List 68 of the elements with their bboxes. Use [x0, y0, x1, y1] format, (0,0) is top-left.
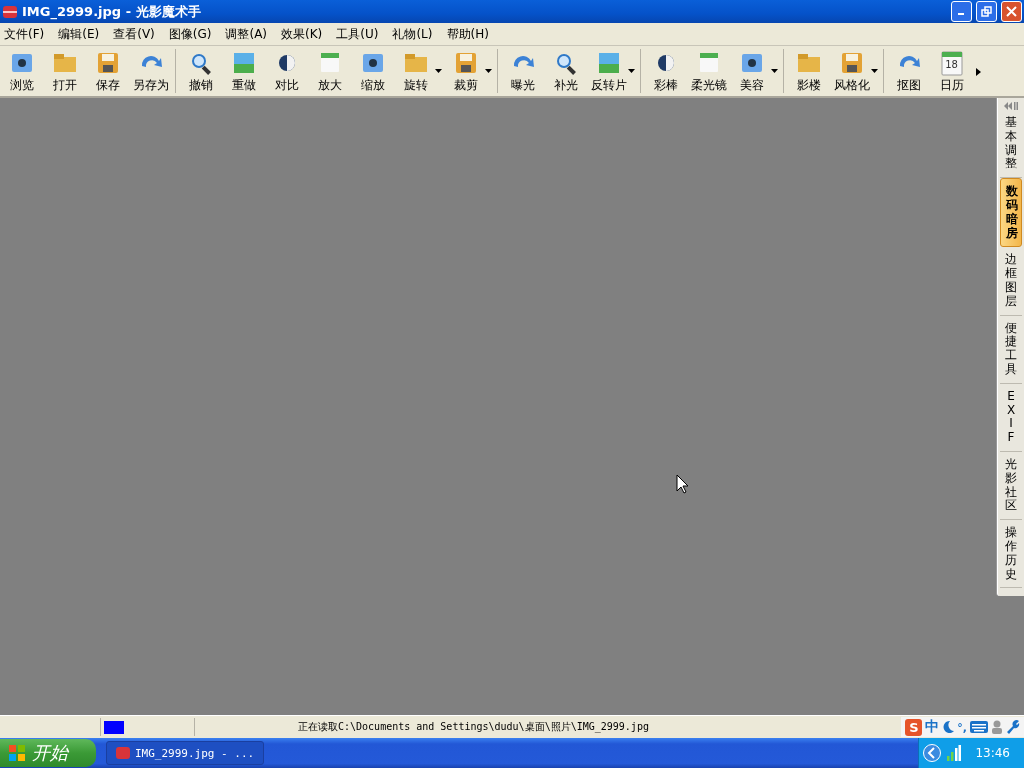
ime-mode[interactable]: 中 — [925, 718, 940, 736]
caret-icon[interactable] — [435, 69, 442, 73]
toolbar-button[interactable]: 美容 — [730, 46, 773, 96]
side-tab[interactable]: 便捷工具 — [1000, 315, 1022, 384]
signal-icon[interactable] — [947, 745, 962, 761]
menu-item[interactable]: 工具(U) — [336, 25, 379, 43]
close-icon — [1006, 6, 1017, 17]
toolbar-button[interactable]: 抠图 — [887, 46, 930, 96]
toolbar-button[interactable]: 彩棒 — [644, 46, 687, 96]
menu-item[interactable]: 查看(V) — [113, 25, 155, 43]
toolbar-button[interactable]: 裁剪 — [444, 46, 487, 96]
menu-item[interactable]: 礼物(L) — [392, 25, 433, 43]
expand-tray-icon[interactable] — [923, 744, 942, 762]
side-tab[interactable]: EXIF — [1000, 383, 1022, 452]
restore-button[interactable] — [976, 1, 997, 22]
toolbar-button[interactable]: 曝光 — [501, 46, 544, 96]
caret-icon[interactable] — [871, 69, 878, 73]
toolbar-button[interactable]: 缩放 — [351, 46, 394, 96]
status-message: 正在读取C:\Documents and Settings\dudu\桌面\照片\IMG_2999.jpg — [298, 720, 649, 734]
ime-punctuation[interactable]: °, — [957, 720, 967, 734]
menu-item[interactable]: 帮助(H) — [446, 25, 489, 43]
user-icon[interactable] — [991, 720, 1003, 734]
caret-icon[interactable] — [485, 69, 492, 73]
menu-item[interactable]: 文件(F) — [4, 25, 45, 43]
caret-icon[interactable] — [771, 69, 778, 73]
windows-logo-icon — [8, 744, 26, 762]
toolbar-button[interactable]: 打开 — [43, 46, 86, 96]
toolbar-button[interactable]: 保存 — [86, 46, 129, 96]
app-icon — [115, 746, 131, 760]
wrench-icon[interactable] — [1006, 720, 1020, 734]
clock: 13:46 — [975, 746, 1010, 760]
taskbar-button[interactable]: IMG_2999.jpg - ... — [106, 741, 264, 765]
menu-item[interactable]: 图像(G) — [168, 25, 212, 43]
side-tab[interactable]: 光影社区 — [1000, 451, 1022, 521]
triangle-right-icon — [975, 68, 981, 76]
toolbar-button[interactable]: 风格化 — [830, 46, 873, 96]
restore-icon — [981, 6, 992, 17]
toolbar-button[interactable]: 对比 — [265, 46, 308, 96]
calendar-date: 18 — [945, 60, 958, 70]
toolbar-button[interactable]: 放大 — [308, 46, 351, 96]
side-tab[interactable]: 操作历史 — [1000, 520, 1022, 589]
toolbar-button[interactable]: 旋转 — [394, 46, 437, 96]
toolbar-button[interactable]: 影楼 — [787, 46, 830, 96]
menu-item[interactable]: 调整(A) — [225, 25, 268, 43]
side-tab[interactable]: 数码暗房 — [1000, 178, 1022, 248]
toolbar-button[interactable]: 重做 — [222, 46, 265, 96]
mouse-cursor-icon — [676, 474, 689, 494]
menu-item[interactable]: 编辑(E) — [58, 25, 100, 43]
toolbar-button[interactable]: 浏览 — [0, 46, 43, 96]
toolbar-button[interactable]: 柔光镜 — [687, 46, 730, 96]
collapse-icon[interactable] — [1004, 102, 1018, 110]
toolbar-button[interactable]: 另存为 — [129, 46, 172, 96]
side-tab[interactable]: 边框图层 — [1000, 247, 1022, 316]
tool-icon — [938, 50, 965, 76]
toolbar-button[interactable]: 反转片 — [587, 46, 630, 96]
start-button[interactable]: 开始 — [0, 739, 96, 767]
close-button[interactable] — [1001, 1, 1022, 22]
menu-item[interactable]: 效果(K) — [281, 25, 323, 43]
window-title: IMG_2999.jpg - 光影魔术手 — [22, 2, 202, 21]
moon-icon[interactable] — [942, 720, 955, 734]
toolbar-button[interactable]: 补光 — [544, 46, 587, 96]
app-icon — [2, 3, 18, 20]
keyboard-icon[interactable] — [970, 721, 988, 733]
minimize-button[interactable] — [951, 1, 972, 22]
toolbar-button[interactable]: 18 日历 — [930, 46, 973, 96]
ime-logo[interactable]: S — [905, 718, 923, 736]
caret-icon[interactable] — [628, 69, 635, 73]
toolbar-button[interactable]: 撤销 — [179, 46, 222, 96]
